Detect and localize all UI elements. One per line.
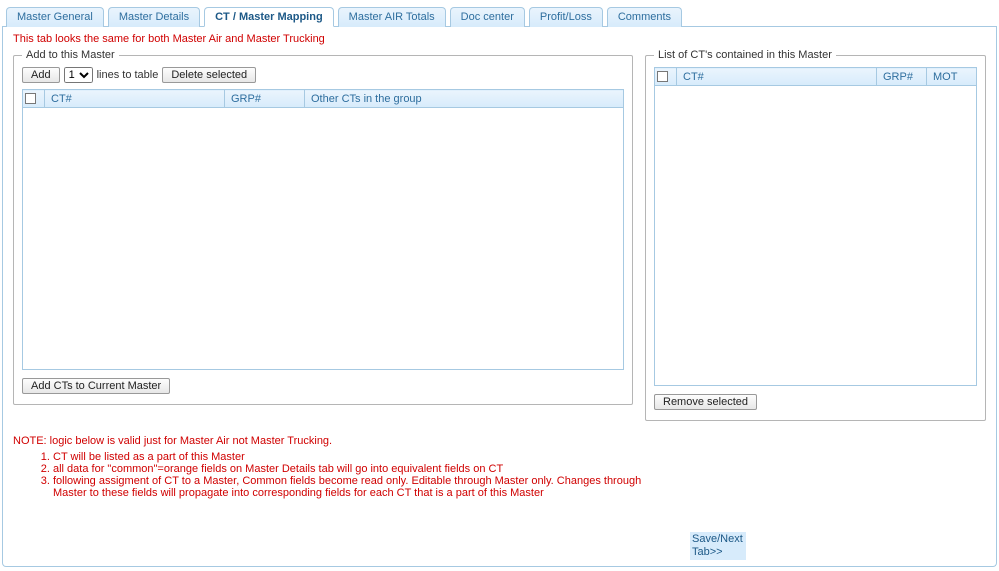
col-ct-right: CT#: [677, 68, 877, 86]
tab-master-general[interactable]: Master General: [6, 7, 104, 27]
add-toolbar: Add 1 lines to table Delete selected: [22, 67, 624, 83]
tab-master-air-totals[interactable]: Master AIR Totals: [338, 7, 446, 27]
list-table-body: [654, 86, 977, 386]
legend-list-cts: List of CT's contained in this Master: [654, 49, 836, 61]
remove-selected-button[interactable]: Remove selected: [654, 394, 757, 410]
fieldset-add-to-master: Add to this Master Add 1 lines to table …: [13, 49, 633, 405]
note-item-2: all data for "common"=orange fields on M…: [53, 463, 653, 475]
add-table-header: CT# GRP# Other CTs in the group: [22, 89, 624, 108]
add-cts-to-master-button[interactable]: Add CTs to Current Master: [22, 378, 170, 394]
notes-block: NOTE: logic below is valid just for Mast…: [13, 435, 653, 499]
col-grp-right: GRP#: [877, 68, 927, 86]
col-other: Other CTs in the group: [305, 90, 624, 108]
list-table-header: CT# GRP# MOT: [654, 67, 977, 86]
tab-comments[interactable]: Comments: [607, 7, 682, 27]
tab-profit-loss[interactable]: Profit/Loss: [529, 7, 603, 27]
checkbox-icon[interactable]: [25, 93, 36, 104]
col-checkbox-right: [655, 68, 677, 86]
add-table-body: [22, 108, 624, 370]
notes-heading: NOTE: logic below is valid just for Mast…: [13, 435, 653, 447]
add-button[interactable]: Add: [22, 67, 60, 83]
legend-add-to-master: Add to this Master: [22, 49, 119, 61]
save-next-tab-link[interactable]: Save/Next Tab>>: [690, 532, 746, 560]
lines-qty-select[interactable]: 1: [64, 67, 93, 83]
note-item-3: following assigment of CT to a Master, C…: [53, 475, 653, 499]
tab-doc-center[interactable]: Doc center: [450, 7, 525, 27]
tab-ct-master-mapping[interactable]: CT / Master Mapping: [204, 7, 334, 27]
col-ct: CT#: [45, 90, 225, 108]
checkbox-icon[interactable]: [657, 71, 668, 82]
delete-selected-button[interactable]: Delete selected: [162, 67, 256, 83]
note-item-1: CT will be listed as a part of this Mast…: [53, 451, 653, 463]
col-checkbox: [23, 90, 45, 108]
hint-top: This tab looks the same for both Master …: [13, 33, 986, 45]
col-mot-right: MOT: [927, 68, 977, 86]
fieldset-list-cts: List of CT's contained in this Master CT…: [645, 49, 986, 421]
tab-panel: This tab looks the same for both Master …: [2, 27, 997, 567]
lines-label: lines to table: [97, 69, 159, 81]
col-grp: GRP#: [225, 90, 305, 108]
tab-master-details[interactable]: Master Details: [108, 7, 200, 27]
tab-bar: Master General Master Details CT / Maste…: [2, 2, 997, 27]
